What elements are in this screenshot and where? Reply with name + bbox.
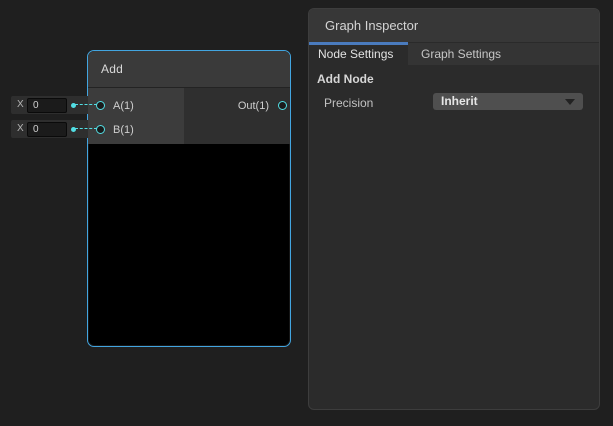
port-b-value-input[interactable]: 0	[27, 122, 67, 137]
port-a-dashed-wire	[75, 104, 97, 105]
chevron-down-icon	[565, 99, 575, 105]
node-preview-area	[89, 145, 289, 345]
node-title: Add	[88, 51, 290, 87]
port-b-default-value-widget: X 0	[11, 120, 88, 138]
add-node[interactable]: Add A(1) B(1) Out(1)	[87, 50, 291, 347]
output-port-label: Out(1)	[238, 100, 269, 112]
input-port-a-label: A(1)	[113, 100, 134, 112]
add-node-header[interactable]: Add	[88, 51, 290, 88]
precision-dropdown-value: Inherit	[441, 94, 478, 108]
output-port-strip	[184, 88, 290, 144]
precision-dropdown[interactable]: Inherit	[433, 93, 583, 110]
precision-field-row: Precision Inherit	[309, 93, 599, 117]
active-tab-indicator	[309, 42, 408, 45]
port-b-axis-label: X	[17, 123, 24, 134]
inspector-content: Add Node Precision Inherit	[309, 65, 599, 117]
section-title: Add Node	[317, 72, 599, 86]
output-port-icon[interactable]	[278, 101, 287, 110]
tab-graph-settings[interactable]: Graph Settings	[408, 43, 520, 65]
precision-label: Precision	[324, 96, 373, 110]
input-port-a-icon[interactable]	[96, 101, 105, 110]
port-a-value-input[interactable]: 0	[27, 98, 67, 113]
tab-node-settings[interactable]: Node Settings	[309, 43, 408, 65]
graph-inspector-title[interactable]: Graph Inspector	[309, 9, 599, 43]
inspector-tab-row: Node Settings Graph Settings	[309, 43, 599, 65]
graph-inspector-panel: Graph Inspector Node Settings Graph Sett…	[308, 8, 600, 410]
input-port-b-icon[interactable]	[96, 125, 105, 134]
port-a-axis-label: X	[17, 99, 24, 110]
input-port-b-label: B(1)	[113, 124, 134, 136]
input-port-strip	[88, 88, 184, 144]
port-b-dashed-wire	[75, 128, 97, 129]
port-a-default-value-widget: X 0	[11, 96, 88, 114]
graph-canvas[interactable]: Add A(1) B(1) Out(1) X 0 X 0 Graph Inspe…	[0, 0, 613, 426]
